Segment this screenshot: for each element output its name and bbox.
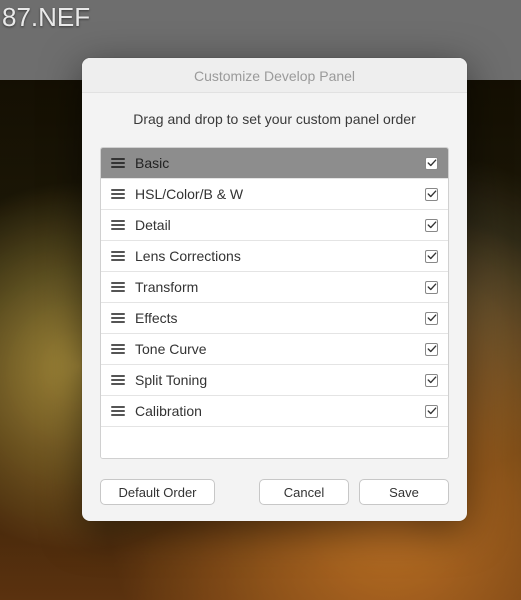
customize-develop-dialog: Customize Develop Panel Drag and drop to… xyxy=(82,58,467,521)
drag-handle-icon[interactable] xyxy=(111,375,125,385)
drag-handle-icon[interactable] xyxy=(111,220,125,230)
panel-checkbox[interactable] xyxy=(425,343,438,356)
panel-label: Transform xyxy=(135,279,425,295)
save-button[interactable]: Save xyxy=(359,479,449,505)
panel-label: Lens Corrections xyxy=(135,248,425,264)
panel-label: Effects xyxy=(135,310,425,326)
panel-row[interactable]: Detail xyxy=(101,210,448,241)
panel-row[interactable]: Basic xyxy=(101,148,448,179)
panel-checkbox[interactable] xyxy=(425,219,438,232)
panel-row[interactable]: HSL/Color/B & W xyxy=(101,179,448,210)
panel-label: Calibration xyxy=(135,403,425,419)
default-order-button[interactable]: Default Order xyxy=(100,479,215,505)
panel-row[interactable]: Lens Corrections xyxy=(101,241,448,272)
panel-label: Split Toning xyxy=(135,372,425,388)
drag-handle-icon[interactable] xyxy=(111,282,125,292)
drag-handle-icon[interactable] xyxy=(111,189,125,199)
dialog-title: Customize Develop Panel xyxy=(82,58,467,93)
panel-checkbox[interactable] xyxy=(425,250,438,263)
dialog-instruction: Drag and drop to set your custom panel o… xyxy=(100,111,449,127)
drag-handle-icon[interactable] xyxy=(111,313,125,323)
panel-row-empty xyxy=(101,427,448,458)
panel-checkbox[interactable] xyxy=(425,157,438,170)
panel-label: Detail xyxy=(135,217,425,233)
panel-checkbox[interactable] xyxy=(425,374,438,387)
drag-handle-icon[interactable] xyxy=(111,406,125,416)
drag-handle-icon[interactable] xyxy=(111,344,125,354)
panel-checkbox[interactable] xyxy=(425,312,438,325)
cancel-button[interactable]: Cancel xyxy=(259,479,349,505)
drag-handle-icon[interactable] xyxy=(111,251,125,261)
dialog-button-row: Default Order Cancel Save xyxy=(100,479,449,505)
panel-row[interactable]: Calibration xyxy=(101,396,448,427)
panel-checkbox[interactable] xyxy=(425,281,438,294)
panel-checkbox[interactable] xyxy=(425,405,438,418)
filename-label: 87.NEF xyxy=(2,2,90,33)
panel-list: Basic HSL/Color/B & W Detail Lens Correctio… xyxy=(100,147,449,459)
panel-row[interactable]: Split Toning xyxy=(101,365,448,396)
panel-label: HSL/Color/B & W xyxy=(135,186,425,202)
spacer xyxy=(225,479,249,505)
panel-label: Tone Curve xyxy=(135,341,425,357)
drag-handle-icon[interactable] xyxy=(111,158,125,168)
panel-row[interactable]: Effects xyxy=(101,303,448,334)
dialog-body: Drag and drop to set your custom panel o… xyxy=(82,93,467,521)
panel-checkbox[interactable] xyxy=(425,188,438,201)
panel-label: Basic xyxy=(135,155,425,171)
panel-row[interactable]: Transform xyxy=(101,272,448,303)
panel-row[interactable]: Tone Curve xyxy=(101,334,448,365)
